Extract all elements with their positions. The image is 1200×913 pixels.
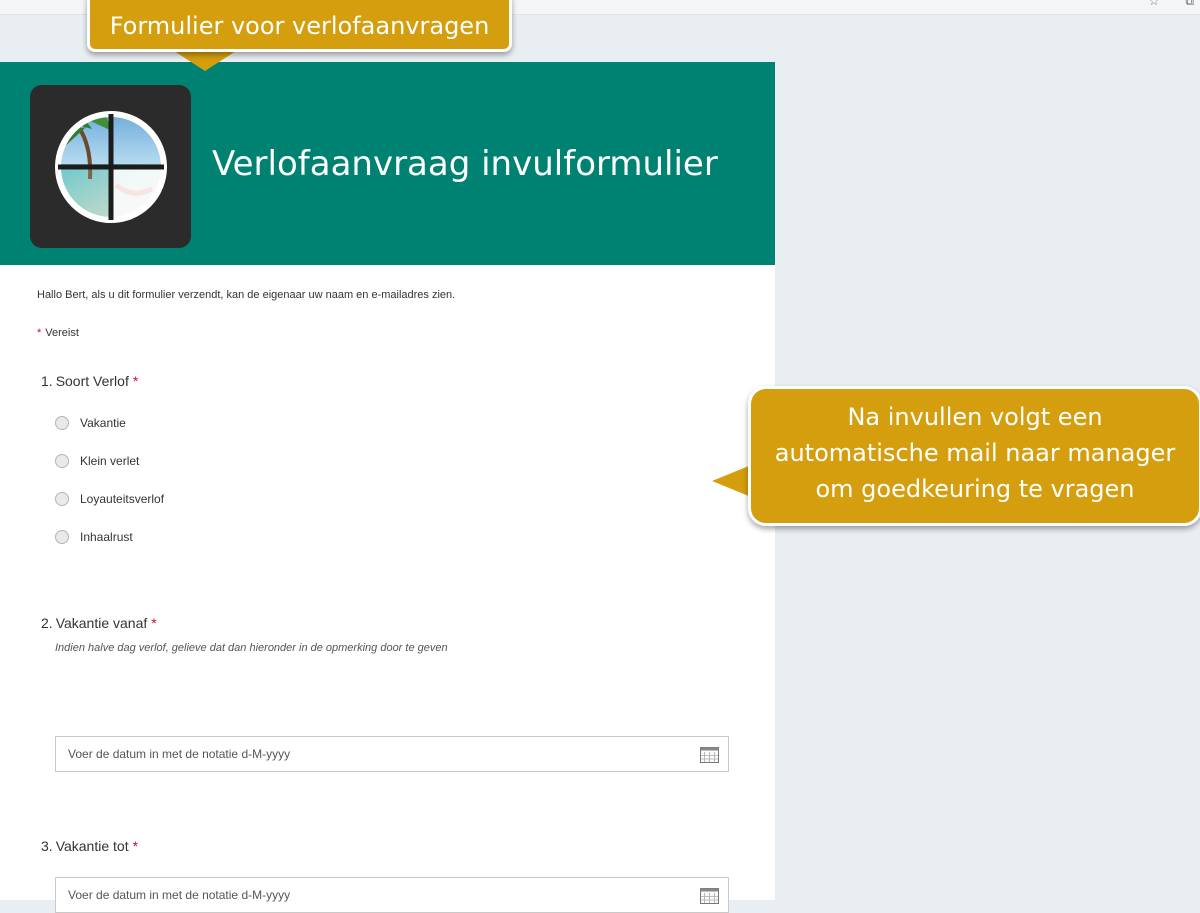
- required-star: *: [151, 615, 157, 631]
- form-logo: [30, 85, 191, 248]
- required-label: Vereist: [45, 327, 79, 339]
- question-label: Vakantie tot: [55, 838, 129, 854]
- callout-line-2: automatische mail naar manager: [774, 439, 1176, 467]
- callout-line-3: om goedkeuring te vragen: [815, 475, 1135, 503]
- form-header: Verlofaanvraag invulformulier: [0, 62, 775, 265]
- callout-form-label: Formulier voor verlofaanvragen: [87, 0, 512, 52]
- radio-label: Vakantie: [80, 416, 126, 430]
- browser-icons: ☆ ⧉: [1149, 0, 1200, 8]
- question-number: 1.: [41, 373, 53, 389]
- question-number: 2.: [41, 615, 53, 631]
- question-1-title: 1. Soort Verlof *: [41, 373, 138, 389]
- question-label: Soort Verlof: [55, 373, 129, 389]
- radio-button[interactable]: [55, 416, 69, 430]
- question-label: Vakantie vanaf: [55, 615, 148, 631]
- radio-button[interactable]: [55, 530, 69, 544]
- date-input-tot[interactable]: [68, 878, 668, 912]
- beach-vacation-logo: [55, 111, 167, 223]
- radio-option-vakantie[interactable]: Vakantie: [55, 414, 126, 432]
- radio-label: Klein verlet: [80, 454, 140, 468]
- radio-option-klein-verlet[interactable]: Klein verlet: [55, 452, 139, 470]
- question-2-hint: Indien halve dag verlof, gelieve dat dan…: [55, 642, 448, 654]
- question-number: 3.: [41, 838, 53, 854]
- radio-button[interactable]: [55, 454, 69, 468]
- callout-line-1: Na invullen volgt een: [847, 403, 1103, 431]
- form-title: Verlofaanvraag invulformulier: [212, 144, 718, 184]
- question-3-title: 3. Vakantie tot *: [41, 838, 138, 854]
- intro-text: Hallo Bert, als u dit formulier verzendt…: [37, 289, 456, 301]
- required-star: *: [37, 327, 42, 339]
- form-card: Verlofaanvraag invulformulier Hallo Bert…: [0, 62, 775, 913]
- calendar-icon[interactable]: [700, 887, 719, 904]
- radio-option-loyauteitsverlof[interactable]: Loyauteitsverlof: [55, 490, 164, 508]
- puzzle-icon[interactable]: ⧉: [1185, 0, 1194, 8]
- radio-label: Inhaalrust: [80, 530, 133, 544]
- radio-button[interactable]: [55, 492, 69, 506]
- required-star: *: [132, 373, 139, 389]
- question-2-title: 2. Vakantie vanaf *: [41, 615, 157, 631]
- star-icon[interactable]: ☆: [1149, 0, 1160, 8]
- callout-mail-info: Na invullen volgt een automatische mail …: [748, 386, 1200, 526]
- radio-option-inhaalrust[interactable]: Inhaalrust: [55, 528, 133, 546]
- calendar-icon[interactable]: [700, 746, 719, 763]
- radio-label: Loyauteitsverlof: [80, 492, 165, 506]
- date-input-vanaf[interactable]: [68, 737, 668, 771]
- date-field-vanaf[interactable]: [55, 736, 729, 772]
- required-note: * Vereist: [37, 327, 79, 339]
- required-star: *: [132, 838, 139, 854]
- date-field-tot[interactable]: [55, 877, 729, 913]
